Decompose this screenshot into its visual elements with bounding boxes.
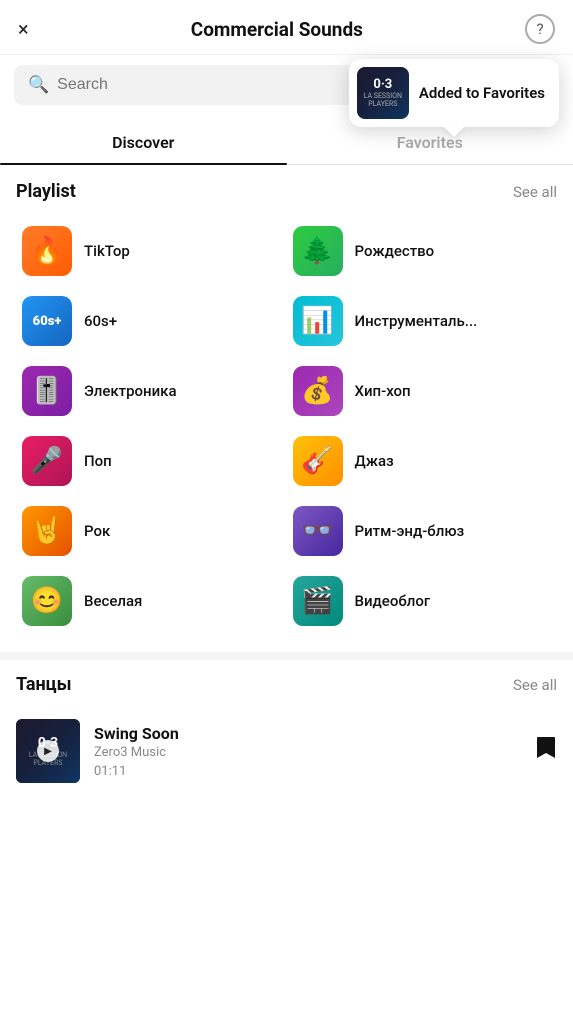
playlist-item-vlog[interactable]: 🎬 Видеоблог <box>287 566 558 636</box>
tab-favorites[interactable]: Favorites <box>287 121 573 164</box>
dance-section: Танцы See all 0·3LA SESSION PLAYERS▶ Swin… <box>0 660 573 793</box>
playlist-label-instrumental: Инструменталь... <box>355 312 478 330</box>
playlist-grid: 🔥 TikTop 🌲 Рождество 60s+ 60s+ 📊 Инструменталь.… <box>16 216 557 636</box>
playlist-section: Playlist See all 🔥TikTop🌲Рождество60s+60… <box>0 165 573 636</box>
tooltip-thumbnail: 0·3 LA SESSION PLAYERS <box>357 67 409 119</box>
playlist-icon-happy: 😊 <box>22 576 72 626</box>
dance-see-all-button[interactable]: See all <box>513 676 557 694</box>
playlist-item-rb[interactable]: 👓 Ритм-энд-блюз <box>287 496 558 566</box>
playlist-icon-rozhdestvo: 🌲 <box>293 226 343 276</box>
tooltip-thumb-sub: LA SESSION PLAYERS <box>357 92 409 108</box>
tooltip-message: Added to Favorites <box>419 84 545 102</box>
tabs: Discover Favorites <box>0 121 573 165</box>
tooltip-thumb-text: 0·3 <box>373 78 392 92</box>
playlist-label-pop: Поп <box>84 452 112 470</box>
playlist-item-pop[interactable]: 🎤 Поп <box>16 426 287 496</box>
playlist-item-electronica[interactable]: 🎚️ Электроника <box>16 356 287 426</box>
song-artist-swing-soon: Zero3 Music <box>94 745 521 760</box>
song-thumbnail-swing-soon[interactable]: 0·3LA SESSION PLAYERS▶ <box>16 719 80 783</box>
dance-section-header: Танцы See all <box>16 674 557 695</box>
page-title: Commercial Sounds <box>191 18 363 41</box>
help-button[interactable]: ? <box>525 14 555 44</box>
playlist-icon-rb: 👓 <box>293 506 343 556</box>
close-button[interactable]: × <box>18 17 29 41</box>
dance-section-title: Танцы <box>16 674 72 695</box>
added-to-favorites-tooltip: 0·3 LA SESSION PLAYERS Added to Favorite… <box>349 59 559 127</box>
bookmark-button-swing-soon[interactable] <box>535 735 557 767</box>
song-info-swing-soon: Swing Soon Zero3 Music 01:11 <box>94 724 521 779</box>
playlist-label-hip-hop: Хип-хоп <box>355 382 411 400</box>
playlist-icon-electronica: 🎚️ <box>22 366 72 416</box>
playlist-label-tiktop: TikTop <box>84 242 130 260</box>
header: × Commercial Sounds ? <box>0 0 573 55</box>
tab-discover[interactable]: Discover <box>0 121 287 164</box>
playlist-item-hip-hop[interactable]: 💰 Хип-хоп <box>287 356 558 426</box>
song-title-swing-soon: Swing Soon <box>94 724 521 743</box>
playlist-icon-vlog: 🎬 <box>293 576 343 626</box>
playlist-label-vlog: Видеоблог <box>355 592 431 610</box>
playlist-icon-instrumental: 📊 <box>293 296 343 346</box>
playlist-icon-60s: 60s+ <box>22 296 72 346</box>
playlist-label-rb: Ритм-энд-блюз <box>355 522 465 540</box>
playlist-label-happy: Веселая <box>84 592 142 610</box>
play-button-swing-soon[interactable]: ▶ <box>37 740 59 762</box>
playlist-icon-jazz: 🎸 <box>293 436 343 486</box>
playlist-icon-tiktop: 🔥 <box>22 226 72 276</box>
song-item-swing-soon: 0·3LA SESSION PLAYERS▶ Swing Soon Zero3 Mu… <box>16 709 557 793</box>
song-duration-swing-soon: 01:11 <box>94 764 521 779</box>
songs-list: 0·3LA SESSION PLAYERS▶ Swing Soon Zero3 Mu… <box>16 709 557 793</box>
playlist-label-electronica: Электроника <box>84 382 177 400</box>
search-area: 🔍 0·3 LA SESSION PLAYERS Added to Favori… <box>0 55 573 115</box>
search-icon: 🔍 <box>28 75 49 95</box>
playlist-section-title: Playlist <box>16 181 76 202</box>
section-divider <box>0 652 573 660</box>
playlist-label-60s: 60s+ <box>84 312 117 330</box>
playlist-section-header: Playlist See all <box>16 181 557 202</box>
playlist-item-instrumental[interactable]: 📊 Инструменталь... <box>287 286 558 356</box>
playlist-label-rozhdestvo: Рождество <box>355 242 435 260</box>
playlist-icon-rock: 🤘 <box>22 506 72 556</box>
playlist-item-jazz[interactable]: 🎸 Джаз <box>287 426 558 496</box>
playlist-icon-pop: 🎤 <box>22 436 72 486</box>
playlist-item-tiktop[interactable]: 🔥 TikTop <box>16 216 287 286</box>
playlist-see-all-button[interactable]: See all <box>513 183 557 201</box>
playlist-item-rock[interactable]: 🤘 Рок <box>16 496 287 566</box>
playlist-item-60s[interactable]: 60s+ 60s+ <box>16 286 287 356</box>
help-icon: ? <box>536 20 543 38</box>
playlist-item-happy[interactable]: 😊 Веселая <box>16 566 287 636</box>
playlist-item-rozhdestvo[interactable]: 🌲 Рождество <box>287 216 558 286</box>
tooltip-arrow <box>444 127 464 137</box>
playlist-label-jazz: Джаз <box>355 452 394 470</box>
playlist-label-rock: Рок <box>84 522 110 540</box>
playlist-icon-hip-hop: 💰 <box>293 366 343 416</box>
